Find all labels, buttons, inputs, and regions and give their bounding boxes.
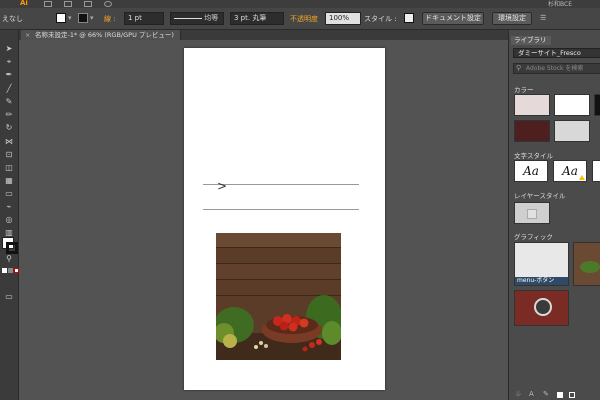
stock-icon[interactable]	[64, 1, 72, 7]
stroke-swatch[interactable]	[78, 13, 88, 23]
gradient-mode-icon[interactable]	[8, 268, 13, 273]
graph-tool-icon[interactable]: ▥	[4, 228, 14, 237]
profile-label: 均等	[204, 14, 219, 22]
line-tool-icon[interactable]: ╱	[4, 84, 14, 93]
warning-icon	[579, 175, 585, 180]
width-tool-icon[interactable]: ⋈	[4, 137, 14, 146]
screen-mode-icon[interactable]: ▭	[4, 292, 14, 301]
layer-style-item[interactable]	[514, 202, 550, 224]
chevron-right-icon[interactable]: >	[217, 179, 227, 193]
bridge-icon[interactable]	[44, 1, 52, 7]
graphics-title: グラフィック	[514, 233, 553, 241]
libraries-tab[interactable]: ライブラリ	[511, 36, 551, 45]
stroke-weight-field[interactable]: 1 pt	[124, 12, 164, 25]
artboard[interactable]: >	[184, 48, 385, 390]
user-name[interactable]: 杉和BCE	[548, 0, 572, 8]
aa-text: Aa	[562, 164, 578, 178]
style-label: スタイル :	[364, 15, 397, 23]
opacity-label[interactable]: 不透明度	[290, 14, 318, 24]
tools-panel: ➤ ⌖ ✒ ╱ ✎ ✏ ↻ ⋈ ⊡ ◫ ▦ ▭ ⌁ ◎ ▥ ✂ ⚲ ▭	[0, 30, 19, 400]
style-swatch[interactable]	[404, 13, 414, 23]
zoom-tool-icon[interactable]: ⚲	[4, 254, 14, 263]
document-settings-button[interactable]: ドキュメント設定	[422, 12, 484, 25]
align-icon[interactable]: ☰	[540, 14, 546, 22]
app-titlebar: Ai 杉和BCE	[0, 0, 600, 8]
color-swatch[interactable]	[554, 120, 590, 142]
selection-tool-icon[interactable]: ➤	[4, 44, 14, 53]
vegetable-photo-image	[216, 233, 341, 360]
layer-styles-title: レイヤースタイル	[514, 192, 566, 200]
pencil-tool-icon[interactable]: ✏	[4, 110, 14, 119]
gradient-tool-icon[interactable]: ▭	[4, 189, 14, 198]
search-icon: ⚲	[516, 64, 522, 72]
color-mode-icon[interactable]	[2, 268, 7, 273]
pen-tool-icon[interactable]: ✒	[4, 70, 14, 79]
graphic-item-dish[interactable]	[514, 290, 569, 326]
add-fill-icon[interactable]	[557, 392, 563, 398]
color-swatch[interactable]	[514, 120, 550, 142]
preferences-button[interactable]: 環境設定	[492, 12, 532, 25]
document-tab[interactable]: × 名称未設定-1* @ 66% (RGB/GPU プレビュー)	[21, 30, 181, 40]
direct-selection-tool-icon[interactable]: ⌖	[4, 57, 14, 66]
character-styles-title: 文字スタイル	[514, 152, 553, 160]
color-swatch[interactable]	[594, 94, 600, 116]
stock-search-placeholder: Adobe Stock を検索	[526, 65, 584, 72]
stroke-dropdown-icon[interactable]: ▾	[90, 14, 94, 22]
character-style-item[interactable]: Aa	[514, 160, 548, 182]
library-select[interactable]: ダミーサイト_Fresco	[513, 48, 600, 58]
character-style-item[interactable]: Aa	[553, 160, 587, 182]
aa-text: Aa	[523, 164, 539, 178]
color-swatch[interactable]	[554, 94, 590, 116]
free-transform-tool-icon[interactable]: ⊡	[4, 150, 14, 159]
shape-builder-tool-icon[interactable]: ◫	[4, 163, 14, 172]
arrange-icon[interactable]	[84, 1, 92, 7]
libraries-footer: ♧ A ✎	[509, 390, 600, 400]
fill-dropdown-icon[interactable]: ▾	[68, 14, 72, 22]
document-tab-title: 名称未設定-1* @ 66% (RGB/GPU プレビュー)	[35, 31, 174, 39]
colors-section-title: カラー	[514, 86, 534, 94]
fill-swatch[interactable]	[56, 13, 66, 23]
canvas-area[interactable]: >	[19, 40, 508, 400]
document-tabbar: × 名称未設定-1* @ 66% (RGB/GPU プレビュー)	[19, 30, 508, 40]
color-swatch[interactable]	[514, 94, 550, 116]
stock-search-input[interactable]: ⚲ Adobe Stock を検索	[513, 63, 600, 74]
add-stroke-icon[interactable]	[569, 392, 575, 398]
cc-libraries-icon[interactable]: ♧	[515, 390, 521, 398]
graphic-item-menu-button[interactable]: menu-ボタン	[514, 242, 569, 286]
stroke-color-box[interactable]	[6, 242, 18, 254]
close-tab-icon[interactable]: ×	[25, 30, 30, 40]
graphic-item-photo[interactable]	[573, 242, 600, 286]
graphic-preview	[580, 261, 600, 273]
mesh-tool-icon[interactable]: ▦	[4, 176, 14, 185]
gpu-icon[interactable]	[104, 1, 112, 7]
variable-width-profile[interactable]: 均等	[170, 12, 224, 25]
blend-tool-icon[interactable]: ◎	[4, 215, 14, 224]
libraries-panel: ライブラリ ダミーサイト_Fresco ⚲ Adobe Stock を検索 カラ…	[508, 30, 600, 400]
vegetable-photo[interactable]	[216, 233, 341, 360]
menu-divider-bottom	[203, 209, 359, 210]
selection-label: えなし	[2, 15, 23, 23]
dish-preview	[534, 298, 552, 316]
control-bar: えなし ▾ ▾ 線 : 1 pt 均等 3 pt. 丸筆 不透明度 100% ス…	[0, 8, 600, 30]
eyedropper-tool-icon[interactable]: ⌁	[4, 202, 14, 211]
brush-definition[interactable]: 3 pt. 丸筆	[230, 12, 284, 25]
app-logo: Ai	[20, 0, 28, 7]
add-brush-icon[interactable]: ✎	[543, 390, 549, 398]
add-text-icon[interactable]: A	[529, 390, 534, 398]
character-style-item[interactable]	[592, 160, 600, 182]
layer-style-preview	[527, 209, 537, 219]
paintbrush-tool-icon[interactable]: ✎	[4, 97, 14, 106]
rotate-tool-icon[interactable]: ↻	[4, 123, 14, 132]
opacity-field[interactable]: 100%	[325, 12, 361, 25]
stroke-label[interactable]: 線 :	[104, 14, 116, 24]
graphic-caption: menu-ボタン	[515, 277, 568, 285]
